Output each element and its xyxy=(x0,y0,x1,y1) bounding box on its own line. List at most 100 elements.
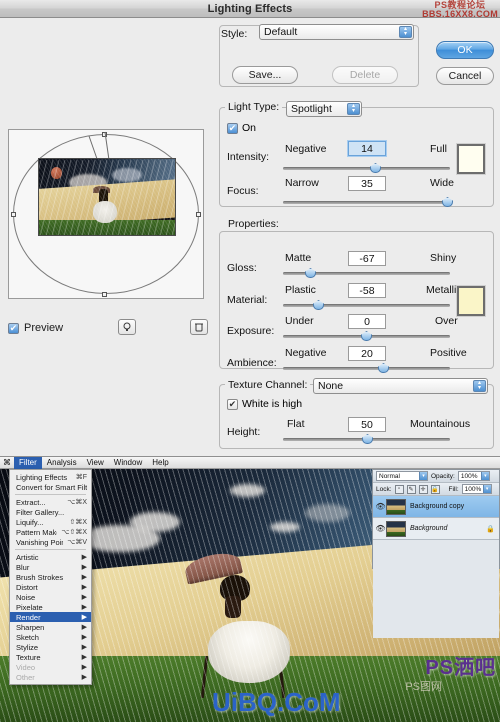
focus-value-input[interactable]: 35 xyxy=(348,176,386,191)
menubar-item-view[interactable]: View xyxy=(82,457,109,469)
style-label: Style: xyxy=(221,28,248,40)
gloss-value-input[interactable]: -67 xyxy=(348,251,386,266)
exposure-min-label: Under xyxy=(285,315,314,327)
menubar-item-analysis[interactable]: Analysis xyxy=(42,457,82,469)
menu-item-label: Convert for Smart Filters xyxy=(16,482,87,492)
opacity-value: 100% xyxy=(460,472,478,480)
style-select-value: Default xyxy=(264,26,298,38)
menu-item-label: Artistic xyxy=(16,552,39,562)
height-max-label: Mountainous xyxy=(410,418,471,430)
transparency-lock-icon[interactable]: ▫ xyxy=(394,484,404,494)
filter-menu-item-pixelate[interactable]: Pixelate ▶ xyxy=(10,602,91,612)
light-bulb-icon[interactable] xyxy=(118,319,136,335)
menu-separator xyxy=(15,549,86,550)
filter-menu-item-sharpen[interactable]: Sharpen ▶ xyxy=(10,622,91,632)
filter-menu-item-filter-gallery[interactable]: Filter Gallery... xyxy=(10,507,91,517)
controls-column: Style: Default ▴ ▾ Save... Delete OK Canc… xyxy=(214,19,500,456)
layers-blend-row[interactable]: Normal ▾ Opacity: 100% ▾ xyxy=(373,470,499,483)
texture-channel-select[interactable]: None ▴ ▾ xyxy=(313,378,488,394)
menu-item-shortcut: ⌥⌘X xyxy=(67,499,87,506)
ambience-slider-track[interactable] xyxy=(283,367,450,370)
filter-menu-item-brush-strokes[interactable]: Brush Strokes ▶ xyxy=(10,572,91,582)
menu-item-label: Pixelate xyxy=(16,602,43,612)
menu-item-label: Lighting Effects xyxy=(16,472,68,482)
filter-menu-item-blur[interactable]: Blur ▶ xyxy=(10,562,91,572)
height-value-input[interactable]: 50 xyxy=(348,417,386,432)
opacity-input[interactable]: 100% ▾ xyxy=(457,471,490,481)
filter-menu-item-stylize[interactable]: Stylize ▶ xyxy=(10,642,91,652)
menubar-item-window[interactable]: Window xyxy=(109,457,147,469)
menubar-item-help[interactable]: Help xyxy=(147,457,173,469)
ok-button[interactable]: OK xyxy=(436,41,494,59)
eye-icon[interactable]: 👁 xyxy=(375,502,386,511)
filter-menu-item-artistic[interactable]: Artistic ▶ xyxy=(10,552,91,562)
intensity-label: Intensity: xyxy=(227,151,270,163)
submenu-arrow-icon: ▶ xyxy=(81,614,87,621)
focus-slider-track[interactable] xyxy=(283,201,450,204)
fill-value: 100% xyxy=(464,485,482,493)
menu-item-label: Vanishing Point... xyxy=(16,537,63,547)
move-lock-icon[interactable]: ✛ xyxy=(418,484,428,494)
light-type-select[interactable]: Spotlight ▴ ▾ xyxy=(286,101,362,117)
ambience-value-input[interactable]: 20 xyxy=(348,346,386,361)
layers-lock-row[interactable]: Lock: ▫ ✎ ✛ 🔒 Fill: 100% ▾ xyxy=(373,483,499,496)
preview-checkbox-row[interactable]: ✔ Preview xyxy=(8,319,208,337)
light-color-swatch[interactable] xyxy=(457,144,485,174)
white-is-high-checkbox[interactable]: ✔ xyxy=(227,398,238,410)
filter-menu-item-vanishing-point[interactable]: Vanishing Point... ⌥⌘V xyxy=(10,537,91,547)
white-is-high-row[interactable]: ✔ White is high xyxy=(227,398,302,410)
menubar-item-[interactable]: ⌘ xyxy=(0,457,14,469)
cancel-button[interactable]: Cancel xyxy=(436,67,494,85)
all-lock-icon[interactable]: 🔒 xyxy=(430,484,440,494)
filter-menu-item-distort[interactable]: Distort ▶ xyxy=(10,582,91,592)
light-on-checkbox[interactable]: ✔ xyxy=(227,122,238,134)
filter-menu-item-texture[interactable]: Texture ▶ xyxy=(10,652,91,662)
chevron-updown-icon: ▴ ▾ xyxy=(399,26,412,38)
material-min-label: Plastic xyxy=(285,284,316,296)
material-slider-track[interactable] xyxy=(283,304,450,307)
filter-menu-item-pattern-maker[interactable]: Pattern Maker... ⌥⇧⌘X xyxy=(10,527,91,537)
blend-mode-select[interactable]: Normal ▾ xyxy=(376,471,428,481)
submenu-arrow-icon: ▶ xyxy=(81,654,87,661)
ambience-color-swatch[interactable] xyxy=(457,286,485,316)
preview-checkbox[interactable]: ✔ xyxy=(8,322,19,334)
filter-menu-item-sketch[interactable]: Sketch ▶ xyxy=(10,632,91,642)
lock-label: Lock: xyxy=(376,485,392,493)
intensity-slider-track[interactable] xyxy=(283,167,450,170)
menu-bar: ⌘ Filter Analysis View Window Help xyxy=(0,457,500,469)
menu-item-label: Pattern Maker... xyxy=(16,527,57,537)
style-select[interactable]: Default ▴ ▾ xyxy=(259,24,414,40)
focus-max-label: Wide xyxy=(430,177,454,189)
trash-icon[interactable] xyxy=(190,319,208,335)
dialog-titlebar: Lighting Effects PS教程论坛 BBS.16XX8.COM xyxy=(0,0,500,19)
filter-menu-item-convert-for-smart-filters[interactable]: Convert for Smart Filters xyxy=(10,482,91,492)
exposure-value-input[interactable]: 0 xyxy=(348,314,386,329)
menu-item-shortcut: ⇧⌘X xyxy=(69,519,87,526)
menubar-item-filter[interactable]: Filter xyxy=(14,457,42,469)
photoshop-window: ⌘ Filter Analysis View Window Help PS图网 PS洒吧 … xyxy=(0,457,500,722)
brush-lock-icon[interactable]: ✎ xyxy=(406,484,416,494)
chevron-down-icon: ▾ xyxy=(480,472,489,480)
material-value-input[interactable]: -58 xyxy=(348,283,386,298)
light-preview-stage[interactable] xyxy=(8,129,204,299)
filter-menu-item-liquify[interactable]: Liquify... ⇧⌘X xyxy=(10,517,91,527)
filter-menu-item-lighting-effects[interactable]: Lighting Effects ⌘F xyxy=(10,472,91,482)
filter-menu[interactable]: Lighting Effects ⌘FConvert for Smart Filt… xyxy=(9,469,92,685)
eye-icon[interactable]: 👁 xyxy=(375,524,386,533)
filter-menu-item-extract[interactable]: Extract... ⌥⌘X xyxy=(10,497,91,507)
layer-row-background-copy[interactable]: 👁 Background copy xyxy=(373,496,499,518)
light-on-row[interactable]: ✔ On xyxy=(227,122,256,134)
layer-row-background[interactable]: 👁 Background 🔒 xyxy=(373,518,499,540)
menu-item-label: Blur xyxy=(16,562,30,572)
menu-item-shortcut: ⌥⌘V xyxy=(67,539,87,546)
fill-input[interactable]: 100% ▾ xyxy=(461,484,492,494)
menu-item-label: Render xyxy=(16,612,41,622)
filter-menu-item-render[interactable]: Render ▶ xyxy=(10,612,91,622)
submenu-arrow-icon: ▶ xyxy=(81,574,87,581)
delete-button-label: Delete xyxy=(349,69,381,81)
menu-item-label: Sharpen xyxy=(16,622,45,632)
save-button[interactable]: Save... xyxy=(232,66,298,84)
intensity-value-input[interactable]: 14 xyxy=(348,141,386,156)
filter-menu-item-noise[interactable]: Noise ▶ xyxy=(10,592,91,602)
save-button-label: Save... xyxy=(248,69,282,81)
